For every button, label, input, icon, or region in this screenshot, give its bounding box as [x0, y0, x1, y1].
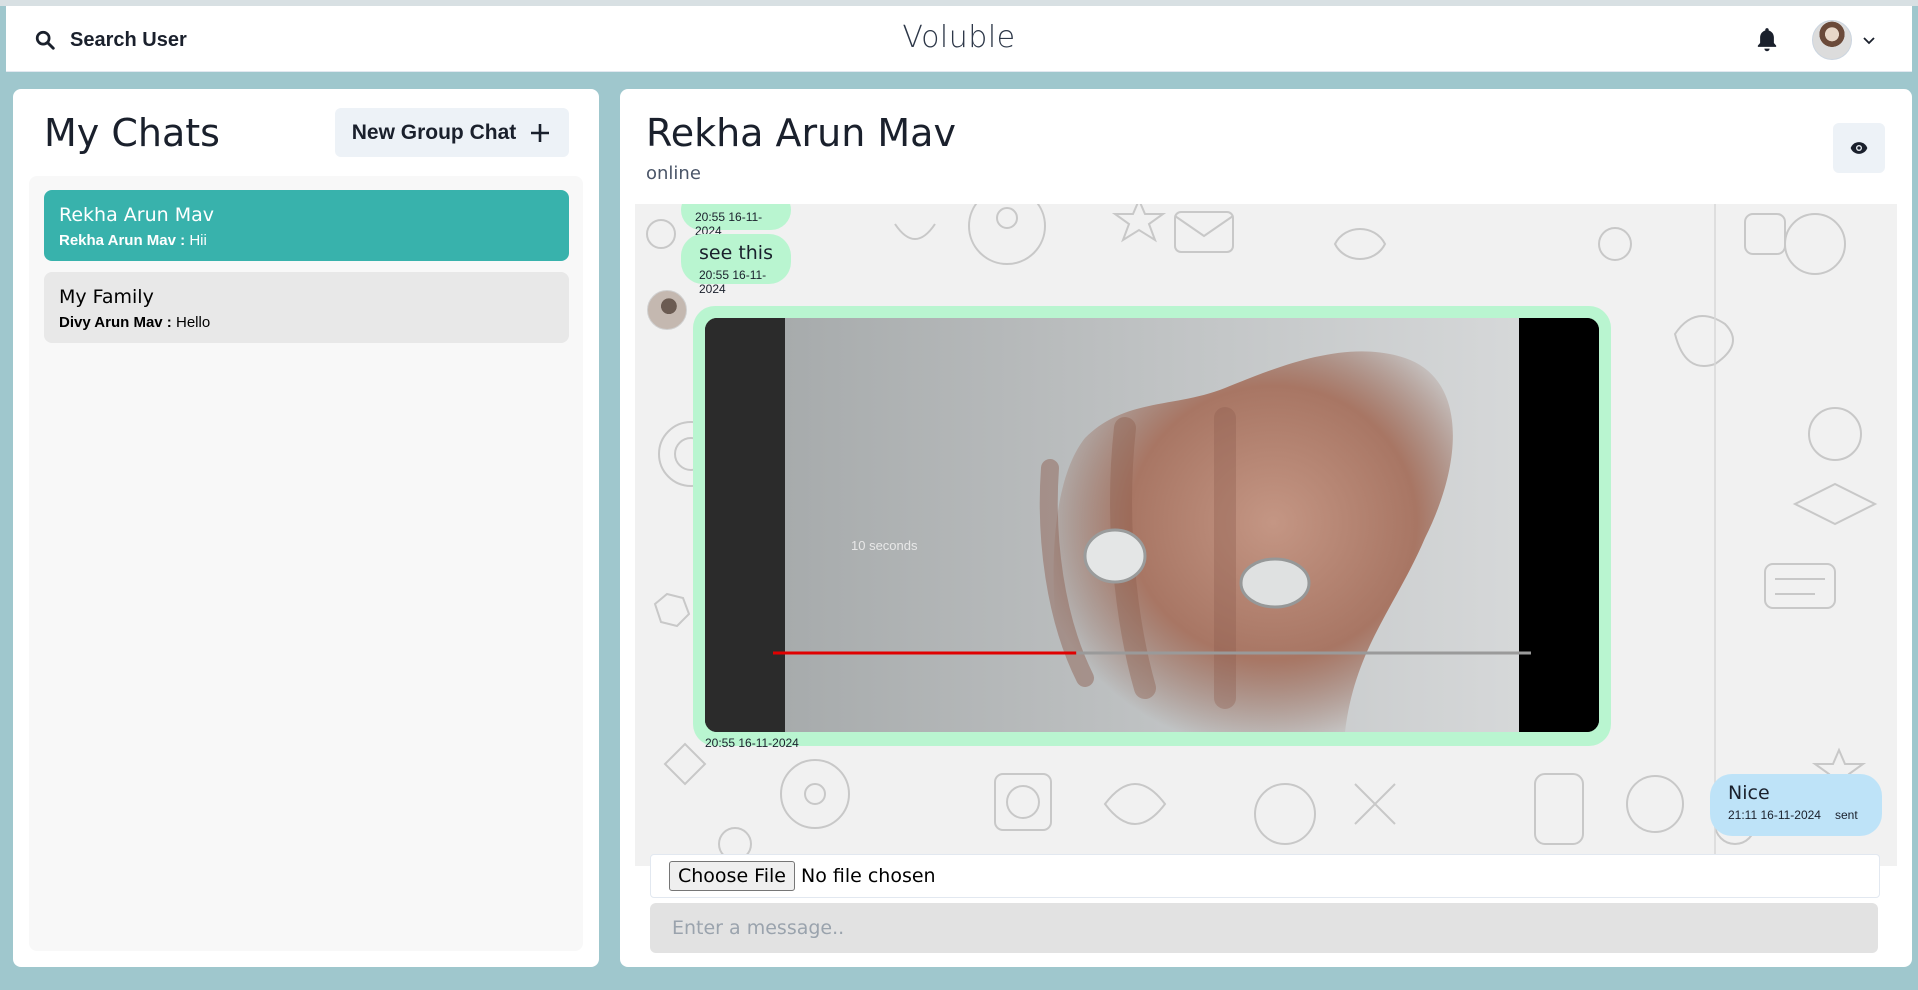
- message-time: 20:55 16-11-2024: [699, 268, 767, 296]
- message-bubble-received: see this 20:55 16-11-2024: [681, 234, 791, 296]
- chat-last-message: Rekha Arun Mav : Hii: [59, 232, 554, 249]
- plus-icon: [531, 123, 550, 142]
- chat-last-message: Divy Arun Mav : Hello: [59, 314, 554, 331]
- message-bubble-received: 20:55 16-11-2024: [681, 204, 791, 238]
- message-bubble-video: 10 seconds 20:55 16-11-2024: [693, 306, 1611, 750]
- messages-area[interactable]: 20:55 16-11-2024 see this 20:55 16-11-20…: [635, 204, 1897, 866]
- chat-list-item-rekha[interactable]: Rekha Arun Mav Rekha Arun Mav : Hii: [44, 190, 569, 261]
- message-bubble-sent: Nice 21:11 16-11-2024 sent: [1710, 774, 1882, 836]
- profile-menu-button[interactable]: [1812, 18, 1876, 62]
- chat-contact-status: online: [646, 163, 701, 184]
- message-text: see this: [699, 242, 773, 264]
- chat-last-text: Hii: [189, 232, 207, 249]
- bell-icon[interactable]: [1754, 26, 1780, 54]
- file-upload-row: Choose File No file chosen: [650, 854, 1880, 898]
- chat-last-sender: Rekha Arun Mav :: [59, 232, 186, 249]
- message-status: sent: [1834, 808, 1858, 822]
- message-time: 20:55 16-11-2024: [705, 736, 799, 750]
- new-group-chat-button[interactable]: New Group Chat: [335, 108, 569, 157]
- chat-list-item-my-family[interactable]: My Family Divy Arun Mav : Hello: [44, 272, 569, 343]
- app-brand: Voluble: [902, 20, 1016, 55]
- chat-last-sender: Divy Arun Mav :: [59, 314, 172, 331]
- top-header: Search User Voluble: [6, 6, 1912, 72]
- chat-last-text: Hello: [175, 314, 211, 331]
- chat-name: My Family: [59, 286, 154, 308]
- my-chats-title: My Chats: [44, 111, 220, 155]
- view-profile-button[interactable]: [1833, 123, 1885, 173]
- message-text: Nice: [1728, 782, 1770, 804]
- file-status: No file chosen: [800, 865, 936, 887]
- choose-file-button[interactable]: Choose File: [669, 861, 795, 891]
- avatar: [1812, 20, 1852, 60]
- search-icon: [35, 30, 55, 50]
- video-progress-bar[interactable]: [705, 318, 1599, 732]
- chevron-down-icon: [1863, 37, 1875, 45]
- search-user-label: Search User: [70, 28, 187, 51]
- chat-panel: Rekha Arun Mav online 20:55 16-11-2024 s…: [620, 89, 1912, 967]
- search-user-button[interactable]: Search User: [34, 26, 187, 54]
- message-time: 21:11 16-11-2024: [1728, 808, 1821, 822]
- my-chats-panel: My Chats New Group Chat Rekha Arun Mav R…: [13, 89, 599, 967]
- chat-contact-name: Rekha Arun Mav: [646, 111, 956, 155]
- chat-name: Rekha Arun Mav: [59, 204, 214, 226]
- eye-icon: [1850, 142, 1868, 154]
- video-player[interactable]: 10 seconds: [705, 318, 1599, 732]
- new-group-chat-label: New Group Chat: [351, 120, 517, 144]
- message-meta: 21:11 16-11-2024 sent: [1728, 804, 1864, 822]
- video-caption: 10 seconds: [851, 538, 918, 553]
- chat-list: Rekha Arun Mav Rekha Arun Mav : Hii My F…: [29, 176, 583, 951]
- message-input[interactable]: [650, 903, 1878, 953]
- sender-avatar[interactable]: [647, 290, 687, 330]
